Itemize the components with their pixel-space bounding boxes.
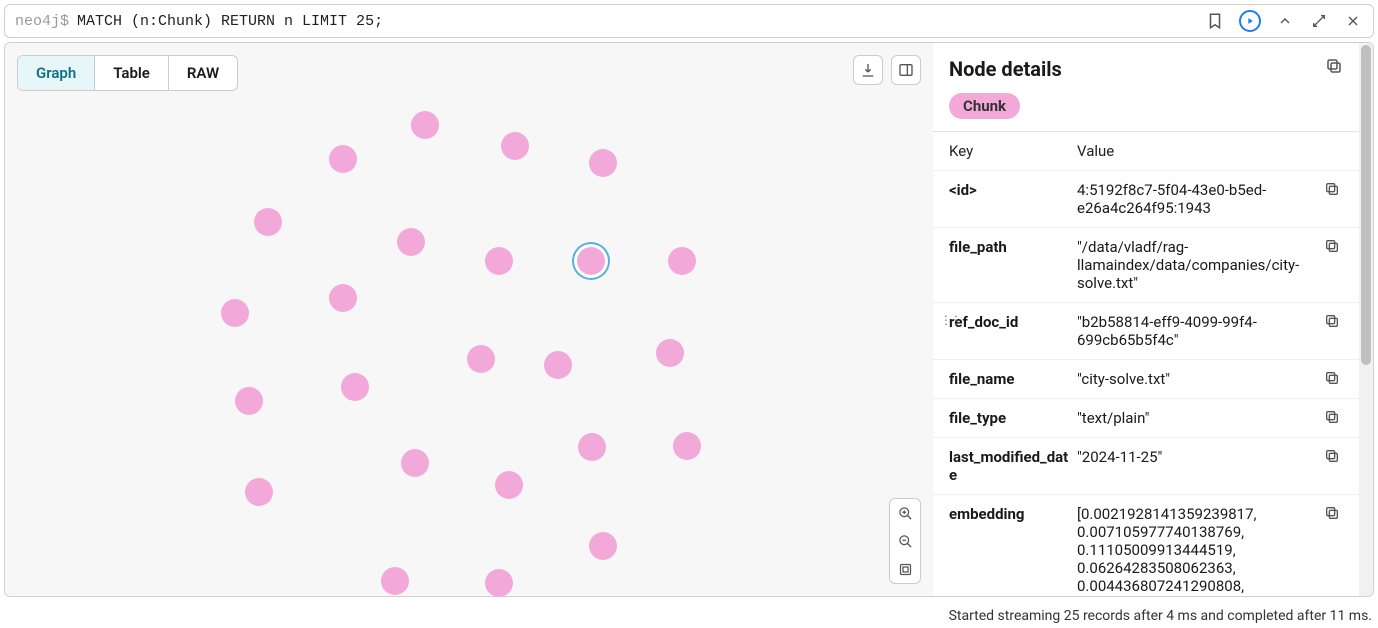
download-icon[interactable] (853, 55, 883, 85)
prop-value: "2024-11-25" (1077, 448, 1321, 484)
graph-node[interactable] (485, 247, 513, 275)
table-row: file_name"city-solve.txt" (933, 360, 1359, 399)
result-panel: Graph Table RAW ⋮⋮ (4, 42, 1374, 597)
graph-node[interactable] (381, 567, 409, 595)
table-row: embedding[0.0021928141359239817, 0.00710… (933, 495, 1359, 596)
graph-node[interactable] (329, 284, 357, 312)
graph-node[interactable] (235, 387, 263, 415)
copy-icon[interactable] (1321, 238, 1343, 292)
graph-node[interactable] (495, 471, 523, 499)
copy-icon[interactable] (1321, 181, 1343, 217)
table-row: file_type"text/plain" (933, 399, 1359, 438)
copy-all-icon[interactable] (1325, 57, 1343, 75)
view-tabs: Graph Table RAW (17, 55, 238, 91)
zoom-out-icon[interactable] (890, 527, 920, 555)
copy-icon[interactable] (1321, 313, 1343, 349)
zoom-in-icon[interactable] (890, 499, 920, 527)
prop-key: file_path (949, 238, 1077, 292)
graph-panel[interactable]: Graph Table RAW (5, 43, 933, 596)
prop-key: embedding (949, 505, 1077, 596)
prop-value: "b2b58814-eff9-4099-99f4-699cb65b5f4c" (1077, 313, 1321, 349)
chevron-up-icon[interactable] (1275, 11, 1295, 31)
details-panel: Node details Chunk Key Value <id>4:5192f… (933, 43, 1359, 596)
table-row: last_modified_date"2024-11-25" (933, 438, 1359, 495)
zoom-tools (889, 498, 921, 584)
close-icon[interactable] (1343, 11, 1363, 31)
prop-value: "city-solve.txt" (1077, 370, 1321, 388)
table-header: Key Value (933, 132, 1359, 171)
copy-icon[interactable] (1321, 505, 1343, 596)
graph-node[interactable] (577, 247, 605, 275)
prop-key: file_name (949, 370, 1077, 388)
col-value: Value (1077, 142, 1321, 160)
graph-node[interactable] (589, 532, 617, 560)
copy-icon[interactable] (1321, 448, 1343, 484)
properties-table: Key Value <id>4:5192f8c7-5f04-43e0-b5ed-… (933, 131, 1359, 596)
tab-raw[interactable]: RAW (169, 56, 237, 90)
graph-node[interactable] (673, 432, 701, 460)
graph-node[interactable] (341, 373, 369, 401)
details-panel-outer: Node details Chunk Key Value <id>4:5192f… (933, 43, 1373, 596)
status-line: Started streaming 25 records after 4 ms … (949, 608, 1372, 624)
graph-node[interactable] (397, 228, 425, 256)
graph-node[interactable] (245, 478, 273, 506)
graph-node[interactable] (668, 247, 696, 275)
prop-key: <id> (949, 181, 1077, 217)
graph-node[interactable] (329, 145, 357, 173)
table-row: ref_doc_id"b2b58814-eff9-4099-99f4-699cb… (933, 303, 1359, 360)
scroll-thumb[interactable] (1361, 45, 1371, 365)
query-bar: neo4j$ MATCH (n:Chunk) RETURN n LIMIT 25… (4, 4, 1374, 38)
side-panel-icon[interactable] (891, 55, 921, 85)
prop-value: 4:5192f8c7-5f04-43e0-b5ed-e26a4c264f95:1… (1077, 181, 1321, 217)
graph-node[interactable] (401, 449, 429, 477)
graph-node[interactable] (411, 111, 439, 139)
graph-node[interactable] (501, 132, 529, 160)
graph-node[interactable] (578, 433, 606, 461)
graph-node[interactable] (589, 149, 617, 177)
details-header: Node details (933, 43, 1359, 89)
prop-value: "text/plain" (1077, 409, 1321, 427)
details-title: Node details (949, 57, 1062, 81)
graph-tools (853, 55, 921, 85)
prop-key: ref_doc_id (949, 313, 1077, 349)
query-prompt: neo4j$ (15, 13, 69, 30)
scrollbar[interactable] (1359, 43, 1373, 596)
graph-node[interactable] (656, 339, 684, 367)
graph-node[interactable] (221, 299, 249, 327)
query-text[interactable]: MATCH (n:Chunk) RETURN n LIMIT 25; (77, 13, 1197, 30)
prop-key: file_type (949, 409, 1077, 427)
prop-value: "/data/vladf/rag-llamaindex/data/compani… (1077, 238, 1321, 292)
tab-graph[interactable]: Graph (18, 56, 95, 90)
node-label-chip[interactable]: Chunk (949, 93, 1020, 119)
expand-icon[interactable] (1309, 11, 1329, 31)
graph-node[interactable] (467, 345, 495, 373)
run-icon[interactable] (1239, 10, 1261, 32)
table-row: file_path"/data/vladf/rag-llamaindex/dat… (933, 228, 1359, 303)
copy-icon[interactable] (1321, 409, 1343, 427)
col-key: Key (949, 142, 1077, 160)
prop-key: last_modified_date (949, 448, 1077, 484)
graph-node[interactable] (254, 208, 282, 236)
query-actions (1205, 10, 1363, 32)
tab-table[interactable]: Table (95, 56, 169, 90)
graph-node[interactable] (544, 351, 572, 379)
copy-icon[interactable] (1321, 370, 1343, 388)
fit-icon[interactable] (890, 555, 920, 583)
graph-node[interactable] (485, 569, 513, 597)
resize-handle[interactable]: ⋮⋮ (940, 313, 960, 327)
table-row: <id>4:5192f8c7-5f04-43e0-b5ed-e26a4c264f… (933, 171, 1359, 228)
bookmark-icon[interactable] (1205, 11, 1225, 31)
prop-value: [0.0021928141359239817, 0.00710597774013… (1077, 505, 1321, 596)
